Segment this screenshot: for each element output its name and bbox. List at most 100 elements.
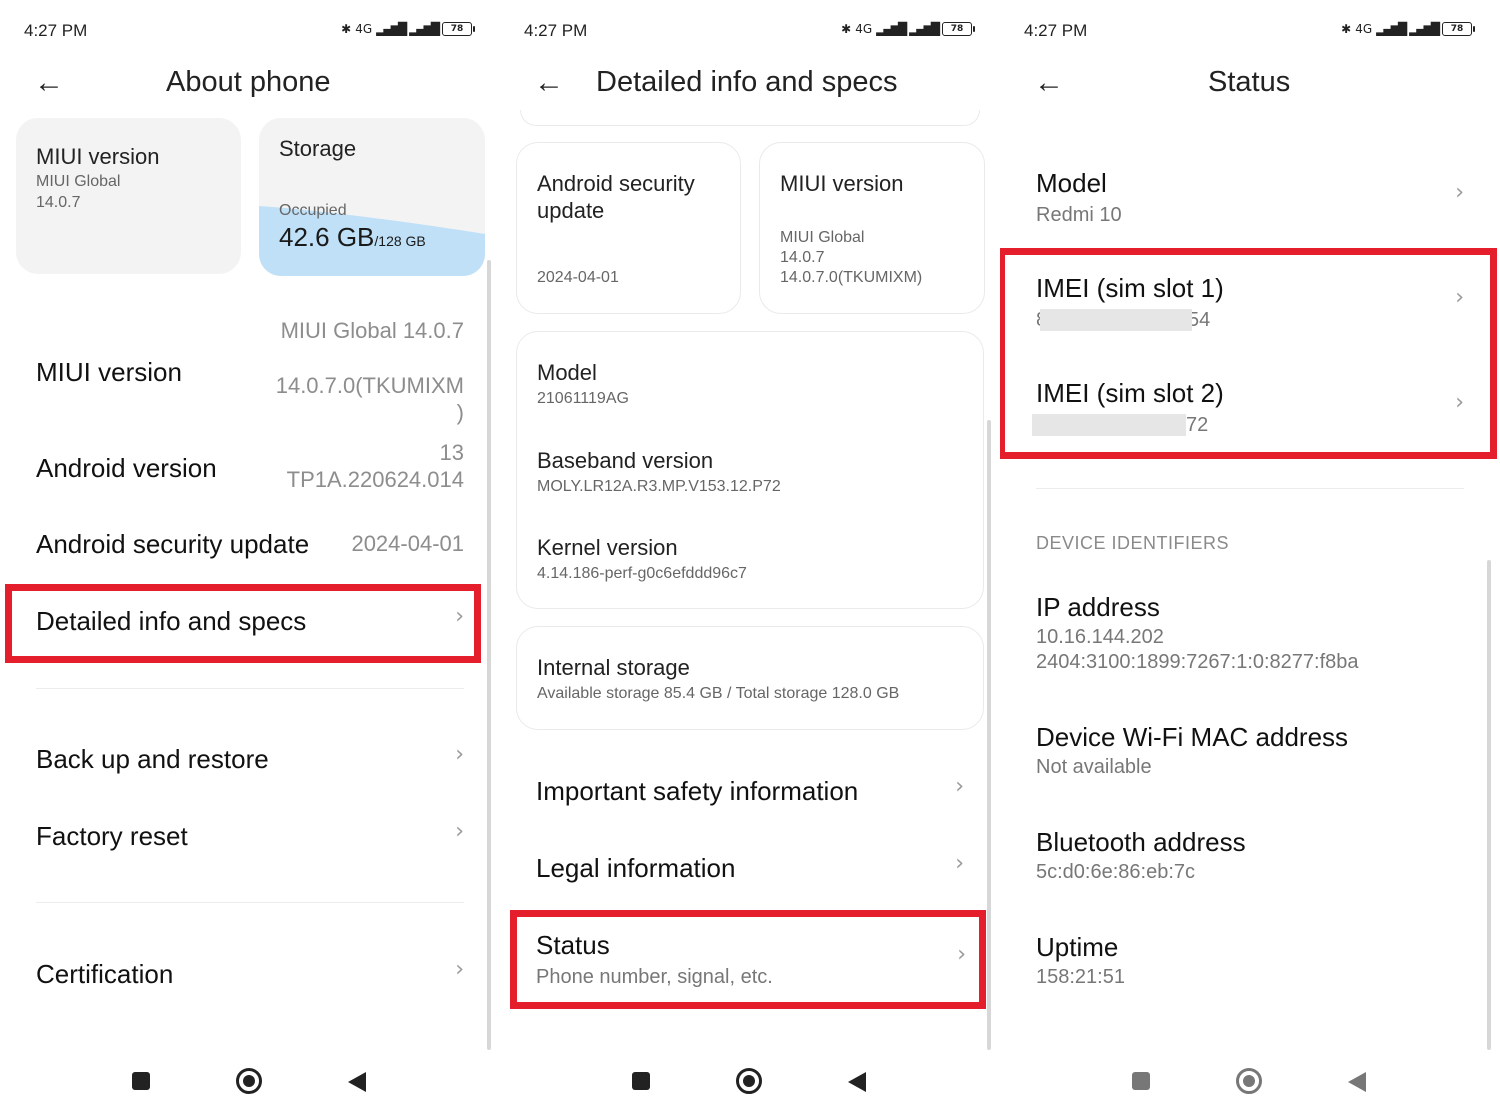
storage-usage: 42.6 GB/128 GB (279, 222, 426, 253)
home-icon[interactable] (1236, 1068, 1262, 1094)
certification-row[interactable]: Certification › (14, 945, 474, 1005)
uptime-value: 158:21:51 (1036, 966, 1125, 988)
miui-version-card[interactable]: MIUI version MIUI Global 14.0.7 (16, 118, 241, 274)
back-arrow-icon[interactable]: ← (1034, 66, 1068, 100)
wifi-mac-label: Device Wi-Fi MAC address (1036, 722, 1349, 752)
kernel-label: Kernel version (537, 535, 678, 560)
status-icons: ✱ 4G ▂▄▆█ ▂▄▆█ 78 (341, 22, 475, 36)
back-arrow-icon[interactable]: ← (534, 66, 568, 100)
card-title: MIUI version (36, 144, 160, 169)
chevron-right-icon: › (1455, 180, 1464, 205)
security-update-card[interactable]: Android security update 2024-04-01 (516, 142, 741, 314)
baseband-value: MOLY.LR12A.R3.MP.V153.12.P72 (537, 478, 781, 495)
signal-icon-2: ▂▄▆█ (1409, 22, 1440, 36)
recents-icon[interactable] (632, 1072, 650, 1090)
bluetooth-icon: ✱ (1341, 22, 1352, 36)
card-line: 14.0.7 (780, 249, 825, 266)
signal-icon-2: ▂▄▆█ (909, 22, 940, 36)
card-line: 14.0.7.0(TKUMIXM) (780, 269, 923, 286)
model-label: Model (537, 360, 597, 385)
bluetooth-icon: ✱ (341, 22, 352, 36)
card-title: MIUI version (780, 171, 904, 196)
ip-address-v4: 10.16.144.202 (1036, 626, 1164, 648)
miui-version-card[interactable]: MIUI version MIUI Global 14.0.7 14.0.7.0… (759, 142, 985, 314)
back-triangle-icon[interactable] (848, 1072, 866, 1092)
backup-restore-row[interactable]: Back up and restore › (14, 730, 474, 790)
chevron-right-icon: › (455, 742, 464, 767)
section-header: DEVICE IDENTIFIERS (1036, 533, 1230, 553)
legal-info-row[interactable]: Legal information › (514, 839, 974, 899)
home-icon[interactable] (236, 1068, 262, 1094)
legal-info-label: Legal information (536, 853, 736, 883)
android-version-value: 13 (439, 440, 464, 465)
chevron-right-icon: › (455, 819, 464, 844)
detailed-info-screen: 4:27 PM ✱ 4G ▂▄▆█ ▂▄▆█ 78 ← Detailed inf… (500, 0, 1000, 1111)
occupied-label: Occupied (279, 202, 347, 219)
card-edge (520, 110, 980, 126)
card-title-2: update (537, 198, 605, 223)
nav-bar (0, 1064, 500, 1098)
highlight-box (1000, 248, 1497, 459)
status-time: 4:27 PM (1024, 21, 1088, 40)
network-type: 4G (355, 22, 373, 36)
page-title: Detailed info and specs (596, 66, 898, 98)
card-title: Storage (279, 136, 357, 161)
scrollbar[interactable] (487, 260, 491, 1050)
factory-reset-label: Factory reset (36, 821, 188, 851)
android-version-label: Android version (36, 453, 217, 483)
status-screen: 4:27 PM ✱ 4G ▂▄▆█ ▂▄▆█ 78 ← Status Model… (1000, 0, 1500, 1111)
internal-storage-label: Internal storage (537, 655, 690, 680)
battery-icon: 78 (442, 22, 475, 36)
android-build-value: TP1A.220624.014 (286, 467, 464, 492)
model-row[interactable]: Model Redmi 10 › (1014, 160, 1474, 236)
nav-bar (1000, 1064, 1500, 1098)
storage-card[interactable]: Storage Occupied 42.6 GB/128 GB (259, 118, 485, 276)
network-type: 4G (855, 22, 873, 36)
ip-address-label: IP address (1036, 592, 1160, 622)
back-arrow-icon[interactable]: ← (34, 66, 68, 100)
nav-bar (500, 1064, 1000, 1098)
status-icons: ✱ 4G ▂▄▆█ ▂▄▆█ 78 (1341, 22, 1475, 36)
internal-storage-value: Available storage 85.4 GB / Total storag… (537, 685, 900, 702)
scrollbar[interactable] (1487, 560, 1491, 1050)
home-icon[interactable] (736, 1068, 762, 1094)
card-title: Android security (537, 171, 695, 196)
miui-version-build: 14.0.7.0(TKUMIXM (275, 373, 464, 398)
model-value: Redmi 10 (1036, 204, 1122, 226)
security-update-label: Android security update (36, 529, 310, 559)
recents-icon[interactable] (1132, 1072, 1150, 1090)
miui-version-label: MIUI version (36, 357, 182, 387)
security-update-value: 2024-04-01 (351, 531, 464, 556)
safety-info-row[interactable]: Important safety information › (514, 762, 974, 822)
back-triangle-icon[interactable] (1348, 1072, 1366, 1092)
signal-icon: ▂▄▆█ (1376, 22, 1407, 36)
highlight-box (510, 910, 986, 1009)
baseband-label: Baseband version (537, 448, 714, 473)
about-phone-screen: 4:27 PM ✱ 4G ▂▄▆█ ▂▄▆█ 78 ← About phone … (0, 0, 500, 1111)
network-type: 4G (1355, 22, 1373, 36)
chevron-right-icon: › (955, 851, 964, 876)
storage-used: 42.6 GB (279, 222, 375, 252)
divider (36, 688, 464, 689)
card-line: MIUI Global (36, 173, 121, 190)
wifi-mac-value: Not available (1036, 756, 1152, 778)
page-title: Status (1208, 66, 1291, 98)
recents-icon[interactable] (132, 1072, 150, 1090)
highlight-box (5, 584, 481, 663)
scrollbar[interactable] (987, 420, 991, 1050)
factory-reset-row[interactable]: Factory reset › (14, 807, 474, 867)
bluetooth-address-label: Bluetooth address (1036, 827, 1246, 857)
bluetooth-icon: ✱ (841, 22, 852, 36)
miui-version-build-end: ) (456, 400, 464, 425)
storage-total: /128 GB (374, 233, 426, 249)
battery-icon: 78 (1442, 22, 1475, 36)
back-triangle-icon[interactable] (348, 1072, 366, 1092)
chevron-right-icon: › (955, 774, 964, 799)
internal-storage-card[interactable]: Internal storage Available storage 85.4 … (516, 626, 984, 730)
safety-info-label: Important safety information (536, 776, 859, 806)
device-info-card: Model 21061119AG Baseband version MOLY.L… (516, 331, 984, 609)
backup-restore-label: Back up and restore (36, 744, 269, 774)
status-time: 4:27 PM (524, 21, 588, 40)
status-icons: ✱ 4G ▂▄▆█ ▂▄▆█ 78 (841, 22, 975, 36)
card-line: 14.0.7 (36, 194, 81, 211)
